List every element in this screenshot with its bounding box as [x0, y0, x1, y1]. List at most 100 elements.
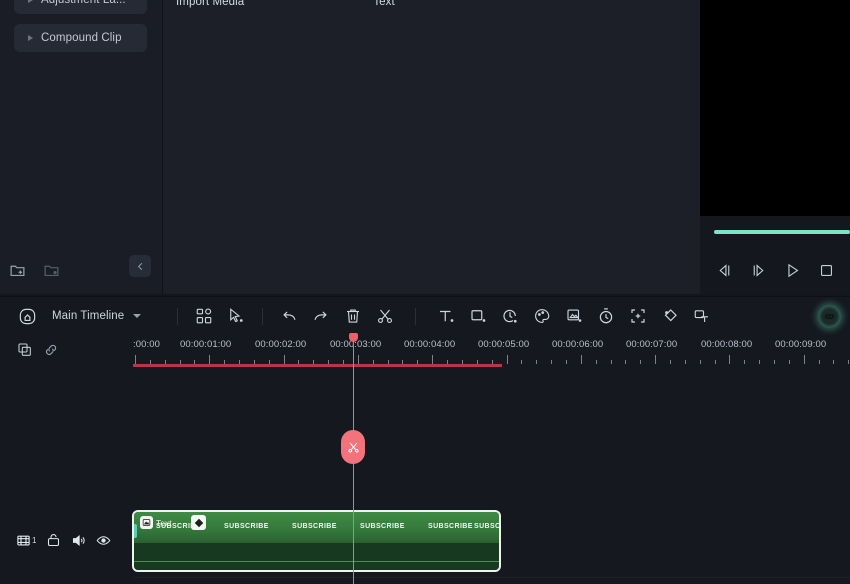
ruler-tick-minor: [714, 360, 716, 364]
track-number: 1: [32, 535, 37, 545]
ruler-tick-minor: [536, 360, 538, 364]
next-frame-button[interactable]: [748, 260, 768, 280]
ruler-tick-minor: [625, 360, 627, 364]
mute-track-icon[interactable]: [71, 533, 86, 548]
auto-caption-button[interactable]: [686, 301, 718, 331]
toolbar-divider: [177, 307, 179, 325]
undo-button[interactable]: [273, 301, 305, 331]
chevron-down-icon[interactable]: [133, 314, 142, 318]
ruler-timecode-label: 00:00:05:00: [478, 339, 530, 350]
crop-button[interactable]: [462, 301, 494, 331]
ruler-timecode-label: 00:00:07:00: [626, 339, 678, 350]
text-button[interactable]: [430, 301, 462, 331]
folder-options-icon[interactable]: [34, 255, 68, 285]
split-button[interactable]: [369, 301, 401, 331]
delete-button[interactable]: [337, 301, 369, 331]
library-panel: Adjustment La... Compound Clip: [0, 0, 163, 294]
clip-label: Text: [156, 517, 172, 528]
ruler-tick-major: [803, 355, 805, 364]
clip-thumbnail-text: SUBSCRIBE: [292, 523, 337, 530]
preview-progress-fill: [714, 230, 850, 234]
tab-text[interactable]: Text: [373, 0, 395, 18]
ruler-timecode-label: 00:00:06:00: [552, 339, 604, 350]
play-button[interactable]: [782, 260, 802, 280]
top-area: Adjustment La... Compound Clip Import Me…: [0, 0, 850, 294]
ruler-tick-major: [135, 355, 136, 364]
ruler-tick-minor: [744, 360, 746, 364]
stop-button[interactable]: [816, 260, 836, 280]
ruler-timecode-label: 00:00:02:00: [255, 339, 307, 350]
sidebar-item-adjustment-layer[interactable]: Adjustment La...: [14, 0, 147, 14]
home-icon[interactable]: [16, 305, 38, 327]
ruler-tick-minor: [610, 360, 612, 364]
ruler-timecode-label: 00:00:04:00: [404, 339, 456, 350]
playhead-handle[interactable]: [349, 333, 358, 342]
previous-frame-button[interactable]: [714, 260, 734, 280]
clip-left-handle[interactable]: [134, 524, 137, 538]
clip-thumbnail-text: SUBSCRIBE: [224, 523, 269, 530]
ruler-tick-minor: [848, 360, 850, 364]
ruler-timecode-label: 00:00:09:00: [775, 339, 827, 350]
duration-button[interactable]: [590, 301, 622, 331]
keyframe-marker-icon[interactable]: [191, 515, 206, 530]
ruler-timecode-label: 00:00:01:00: [180, 339, 232, 350]
media-panel-tabs: Import Media Text: [163, 0, 395, 18]
clip-divider: [134, 561, 499, 562]
ruler-tick-minor: [669, 360, 671, 364]
ruler-tick-minor: [818, 360, 820, 364]
new-folder-icon[interactable]: [0, 255, 34, 285]
clip-thumbnails: SUBSCRIBE SUBSCRIBE SUBSCRIBE SUBSCRIBE SUBS…: [134, 512, 499, 543]
tab-import-media[interactable]: Import Media: [176, 0, 244, 18]
hide-track-icon[interactable]: [96, 533, 111, 548]
text-clip-icon: [140, 516, 153, 529]
timeline-ruler[interactable]: :00:00 00:00:01:00 00:00:02:00 00:00:03:00 0…: [133, 335, 850, 367]
ruler-tick-major: [580, 355, 582, 364]
ruler-timecode-label: 00:00:08:00: [701, 339, 753, 350]
ruler-tick-major: [506, 355, 508, 364]
library-footer: [0, 252, 163, 288]
preview-canvas[interactable]: [700, 0, 850, 216]
sidebar-item-compound-clip[interactable]: Compound Clip: [14, 24, 147, 52]
playhead-line: [353, 367, 354, 584]
timeline-panel: :00:00 00:00:01:00 00:00:02:00 00:00:03:00 0…: [0, 333, 850, 584]
color-button[interactable]: [526, 301, 558, 331]
preview-progress-bar[interactable]: [714, 230, 850, 236]
ruler-tick-minor: [551, 360, 553, 364]
lock-track-icon[interactable]: [46, 533, 61, 548]
ruler-tick-minor: [595, 360, 597, 364]
grid-layout-button[interactable]: [188, 301, 220, 331]
keyframe-button[interactable]: [654, 301, 686, 331]
split-at-playhead-button[interactable]: [341, 430, 365, 464]
redo-button[interactable]: [305, 301, 337, 331]
ruler-tick-minor: [833, 360, 835, 364]
sidebar-item-label: Compound Clip: [41, 32, 122, 44]
ai-assistant-icon[interactable]: [818, 305, 841, 328]
ruler-tick-minor: [699, 360, 701, 364]
ruler-tick-major: [357, 355, 359, 364]
ruler-tick-minor: [788, 360, 790, 364]
collapse-panel-icon[interactable]: [129, 255, 151, 277]
chevron-right-icon: [28, 0, 33, 3]
toolbar-divider: [262, 307, 264, 325]
ruler-tick-major: [432, 355, 434, 364]
add-track-button[interactable]: [16, 341, 34, 359]
video-editor-window: Adjustment La... Compound Clip Import Me…: [0, 0, 850, 584]
clip-thumbnail-text: SUBSCRIBE: [360, 523, 405, 530]
ruler-tick-minor: [565, 360, 567, 364]
ruler-tick-major: [655, 355, 657, 364]
select-tool-button[interactable]: [220, 301, 252, 331]
media-panel: Import Media Text: [163, 0, 700, 294]
sidebar-item-label: Adjustment La...: [41, 0, 126, 6]
auto-reframe-button[interactable]: [622, 301, 654, 331]
link-clips-button[interactable]: [42, 341, 60, 359]
ruler-tick-minor: [684, 360, 686, 364]
ruler-tick-major: [209, 355, 211, 364]
ruler-tick-minor: [640, 360, 642, 364]
mask-button[interactable]: [558, 301, 590, 331]
preview-panel: [700, 0, 850, 294]
speed-button[interactable]: [494, 301, 526, 331]
track-divider: [133, 577, 850, 578]
chevron-right-icon: [28, 35, 33, 41]
timeline-clip-text[interactable]: SUBSCRIBE SUBSCRIBE SUBSCRIBE SUBSCRIBE SUBS…: [132, 510, 501, 572]
timeline-tracks: 1 SUBSCRIBE SUBSCRIBE SUBSCRIBE SUBSCRIB…: [0, 367, 850, 584]
